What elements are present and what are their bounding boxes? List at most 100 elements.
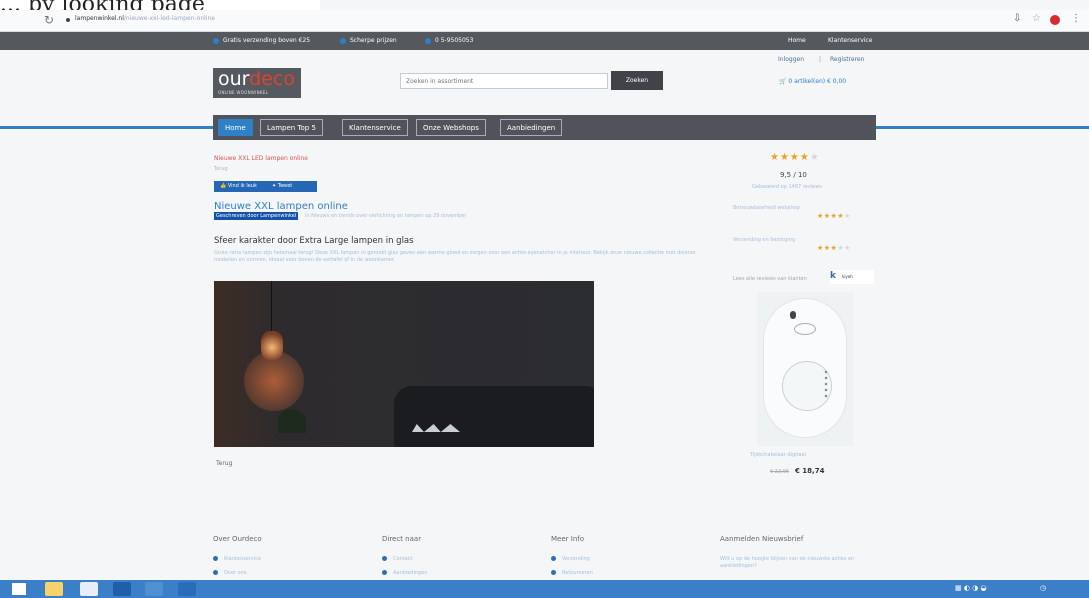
xxl-bulb bbox=[261, 331, 283, 361]
footer-link[interactable]: Over ons bbox=[213, 570, 363, 576]
newsletter-text: Wilt u op de hoogte blijven van de nieuw… bbox=[720, 556, 855, 569]
footer-link[interactable]: Klantenservice bbox=[213, 556, 363, 562]
nav-tab-onze-webshops[interactable]: Onze Webshops bbox=[416, 119, 486, 136]
lock-icon bbox=[66, 18, 70, 22]
product-name-link[interactable]: Tijdschakelaar digitaal bbox=[750, 452, 806, 458]
footer-link-label: Klantenservice bbox=[224, 556, 262, 562]
logo-main: our bbox=[218, 68, 250, 90]
handwritten-caption: ... by looking page bbox=[0, 0, 320, 10]
footer-link[interactable]: Contact bbox=[382, 556, 532, 562]
top-link-home[interactable]: Home bbox=[788, 37, 806, 44]
stars-empty: ★ bbox=[844, 212, 851, 220]
footer-link-label: Contact bbox=[393, 556, 413, 562]
review-label: Betrouwbaarheid webshop bbox=[733, 205, 800, 211]
review-stars: ★★★★★ bbox=[817, 212, 851, 220]
kiyoh-reviews-link[interactable]: Lees alle reviews van klanten bbox=[733, 276, 807, 282]
tweet-label: Tweet bbox=[277, 183, 293, 189]
plant bbox=[278, 409, 306, 433]
bookmark-star-icon[interactable]: ☆ bbox=[1032, 13, 1041, 24]
account-separator: | bbox=[819, 56, 822, 63]
explorer-icon[interactable] bbox=[45, 582, 63, 596]
footer-heading: Meer Info bbox=[551, 535, 585, 543]
article-meta: in Nieuws en trends over verlichting en … bbox=[305, 213, 467, 219]
rating-reviews-link[interactable]: Gebaseerd op 1467 reviews bbox=[752, 184, 822, 190]
nav-tab-klantenservice[interactable]: Klantenservice bbox=[342, 119, 408, 136]
footer-heading: Over Ourdeco bbox=[213, 535, 262, 543]
check-icon bbox=[340, 37, 346, 44]
top-link-klantenservice[interactable]: Klantenservice bbox=[828, 37, 872, 44]
search-input[interactable] bbox=[400, 73, 608, 89]
stars-filled: ★★★★ bbox=[770, 152, 810, 163]
product-old-price: € 22,95 bbox=[770, 469, 790, 475]
main-nav: Home Lampen Top 5 Klantenservice Onze We… bbox=[213, 115, 876, 140]
back-link[interactable]: Terug bbox=[214, 166, 228, 172]
thumbs-up-icon: 👍 bbox=[220, 183, 227, 189]
bullet-icon bbox=[213, 556, 218, 561]
footer-newsletter: Aanmelden Nieuwsbrief Wilt u op de hoogt… bbox=[720, 535, 870, 570]
reload-icon[interactable]: ↻ bbox=[44, 13, 54, 27]
footer-link-label: Retourneren bbox=[562, 570, 593, 576]
footer-column: Over Ourdeco Klantenservice Over ons bbox=[213, 535, 363, 584]
usp-text: Scherpe prijzen bbox=[350, 37, 397, 44]
logo-tagline: ONLINE WOONWINKEL bbox=[218, 90, 269, 95]
product-price: € 18,74 bbox=[795, 467, 825, 475]
system-tray-icons[interactable]: ▦ ◐ ◑ ◒ bbox=[955, 584, 987, 592]
article-photo bbox=[214, 281, 594, 447]
timer-socket bbox=[790, 311, 796, 319]
nav-tab-home[interactable]: Home bbox=[218, 119, 253, 136]
app-icon[interactable] bbox=[178, 582, 196, 596]
search-button[interactable]: Zoeken bbox=[611, 71, 663, 90]
facebook-like-button[interactable]: 👍 Vind ik leuk bbox=[220, 183, 257, 189]
bullet-icon bbox=[382, 570, 387, 575]
review-stars: ★★★★★ bbox=[817, 244, 851, 252]
article-title[interactable]: Nieuwe XXL lampen online bbox=[214, 201, 348, 212]
extension-icon[interactable] bbox=[1050, 15, 1060, 25]
facebook-like-label: Vind ik leuk bbox=[227, 183, 257, 189]
usp-text: Gratis verzending boven €25 bbox=[223, 37, 311, 44]
cart-link[interactable]: 🛒 0 artikel(en) € 0,00 bbox=[779, 78, 846, 85]
chrome-icon[interactable] bbox=[80, 582, 98, 596]
footer-link-label: Aanbiedingen bbox=[393, 570, 428, 576]
stars-filled: ★★★★ bbox=[817, 212, 845, 220]
outlook-icon[interactable] bbox=[113, 582, 131, 596]
stars-filled: ★★★ bbox=[817, 244, 838, 252]
ie-icon[interactable] bbox=[145, 582, 163, 596]
start-icon[interactable] bbox=[12, 583, 26, 595]
kiyoh-badge[interactable]: k kiyoh bbox=[830, 270, 874, 284]
article-subheading: Sfeer karakter door Extra Large lampen i… bbox=[214, 236, 414, 246]
footer-link[interactable]: Verzending bbox=[551, 556, 701, 562]
site-logo[interactable]: ourdeco ONLINE WOONWINKEL bbox=[213, 68, 301, 98]
url-host: lampenwinkel.nl bbox=[75, 15, 124, 22]
usp-item: Gratis verzending boven €25 bbox=[213, 37, 310, 44]
product-image[interactable] bbox=[757, 292, 853, 446]
more-vert-icon[interactable]: ⋮ bbox=[1071, 13, 1081, 24]
check-icon bbox=[213, 37, 219, 44]
windows-taskbar: ▦ ◐ ◑ ◒ ◷ bbox=[0, 580, 1089, 598]
kiyoh-name: kiyoh bbox=[842, 274, 853, 279]
footer-column: Direct naar Contact Aanbiedingen bbox=[382, 535, 532, 584]
cart-icon: 🛒 bbox=[779, 78, 787, 85]
nav-tab-lampen-top5[interactable]: Lampen Top 5 bbox=[260, 119, 323, 136]
bullet-icon bbox=[551, 570, 556, 575]
phone-icon bbox=[425, 37, 431, 44]
bottom-back-link[interactable]: Terug bbox=[216, 460, 232, 467]
stars-empty: ★ bbox=[809, 152, 820, 163]
tweet-button[interactable]: ✦ Tweet bbox=[272, 183, 292, 189]
bird-icon: ✦ bbox=[272, 183, 277, 189]
clock-icon[interactable]: ◷ bbox=[1040, 584, 1046, 592]
breadcrumb[interactable]: Nieuwe XXL LED lampen online bbox=[214, 155, 308, 162]
url-path: /nieuwe-xxl-led-lampen-online bbox=[123, 15, 215, 22]
footer-link-label: Over ons bbox=[224, 570, 247, 576]
footer-link[interactable]: Retourneren bbox=[551, 570, 701, 576]
register-link[interactable]: Registreren bbox=[830, 56, 864, 63]
download-icon[interactable]: ⇩ bbox=[1013, 13, 1021, 24]
usp-bar: Gratis verzending boven €25 Scherpe prij… bbox=[0, 32, 1089, 50]
footer-link-label: Verzending bbox=[562, 556, 590, 562]
footer-link[interactable]: Aanbiedingen bbox=[382, 570, 532, 576]
footer-column: Meer Info Verzending Retourneren bbox=[551, 535, 701, 584]
login-link[interactable]: Inloggen bbox=[778, 56, 804, 63]
usp-item: Scherpe prijzen bbox=[340, 37, 397, 44]
nav-tab-aanbiedingen[interactable]: Aanbiedingen bbox=[500, 119, 563, 136]
article-paragraph: Grote retro lampen zijn helemaal terug! … bbox=[214, 250, 696, 263]
address-bar[interactable]: lampenwinkel.nl/nieuwe-xxl-led-lampen-on… bbox=[75, 15, 215, 22]
